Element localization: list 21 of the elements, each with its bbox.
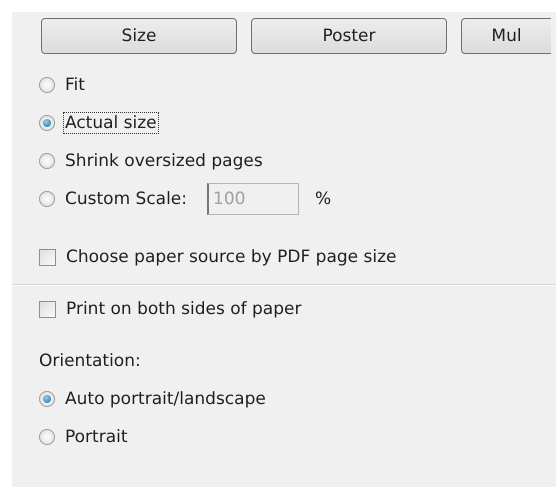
- checkbox-label[interactable]: Choose paper source by PDF page size: [64, 246, 398, 268]
- radio-label[interactable]: Auto portrait/landscape: [63, 388, 268, 410]
- radio-label[interactable]: Custom Scale:: [63, 188, 189, 210]
- checkbox[interactable]: [39, 300, 56, 318]
- radio-button[interactable]: [39, 153, 55, 169]
- radio-button[interactable]: [39, 191, 55, 207]
- checkbox-label[interactable]: Print on both sides of paper: [64, 298, 304, 320]
- radio-label[interactable]: Portrait: [63, 426, 130, 448]
- checkbox[interactable]: [39, 248, 56, 266]
- radio-button[interactable]: [39, 77, 55, 93]
- percent-label: %: [315, 189, 332, 209]
- radio-label[interactable]: Shrink oversized pages: [63, 150, 265, 172]
- radio-label[interactable]: Fit: [63, 74, 87, 96]
- radio-button[interactable]: [39, 391, 55, 407]
- radio-button[interactable]: [39, 115, 55, 131]
- page-sizing-button[interactable]: Poster: [251, 18, 447, 54]
- radio-button[interactable]: [39, 429, 55, 445]
- orientation-heading: Orientation:: [39, 351, 141, 371]
- radio-label[interactable]: Actual size: [63, 112, 159, 134]
- page-sizing-button[interactable]: Mul: [461, 18, 551, 54]
- page-sizing-button[interactable]: Size: [41, 18, 237, 54]
